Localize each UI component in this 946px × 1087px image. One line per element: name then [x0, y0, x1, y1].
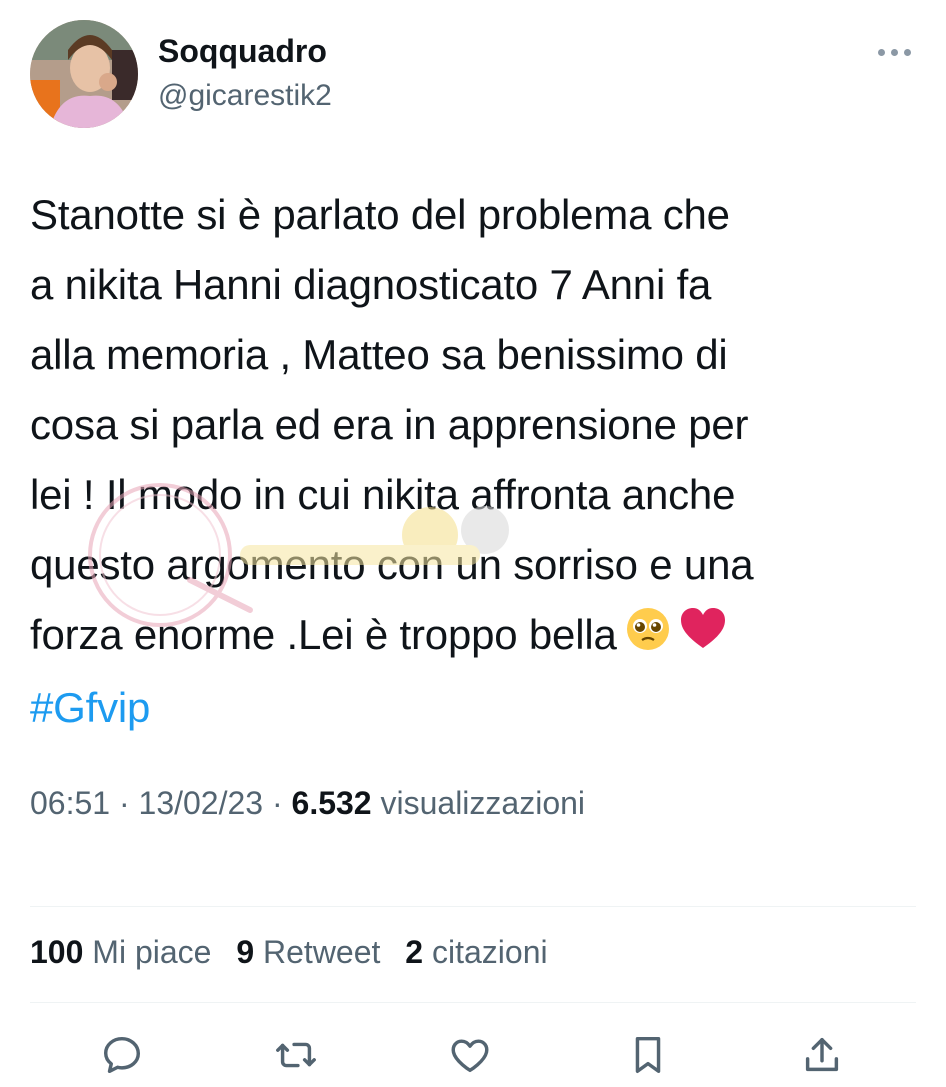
pleading-face-emoji-icon [625, 603, 671, 673]
reply-icon [103, 1036, 141, 1074]
avatar-image [30, 20, 138, 128]
tweet-header: Soqquadro @gicarestik2 [0, 0, 946, 140]
views-label: visualizzazioni [380, 785, 586, 821]
share-icon [805, 1037, 839, 1072]
tweet-line-last: forza enorme .Lei è troppo bella [30, 600, 925, 673]
tweet-time[interactable]: 06:51 [30, 785, 110, 821]
meta-separator: · [263, 785, 292, 821]
tweet-date[interactable]: 13/02/23 [139, 785, 264, 821]
divider [30, 1002, 916, 1003]
bookmark-icon [635, 1036, 661, 1074]
retweet-icon [276, 1042, 316, 1068]
user-handle[interactable]: @gicarestik2 [158, 79, 332, 113]
retweets-label: Retweet [263, 934, 381, 970]
share-button[interactable] [796, 1029, 848, 1081]
divider [30, 906, 916, 907]
display-name[interactable]: Soqquadro [158, 33, 327, 70]
avatar[interactable] [30, 20, 138, 128]
tweet-line: alla memoria , Matteo sa benissimo di [30, 331, 728, 378]
views-count: 6.532 [291, 785, 372, 821]
bookmark-button[interactable] [622, 1029, 674, 1081]
more-horizontal-icon-dot [903, 48, 911, 56]
reply-button[interactable] [96, 1029, 148, 1081]
tweet-line: questo argomento con un sorriso e una [30, 541, 754, 588]
tweet-meta: 06:51 · 13/02/23 · 6.532 visualizzazioni [30, 785, 585, 822]
likes-count: 100 [30, 934, 84, 970]
heart-icon [451, 1039, 489, 1073]
likes-stat[interactable]: 100 Mi piace [30, 934, 211, 970]
hashtag-link[interactable]: #Gfvip [30, 673, 925, 743]
red-heart-emoji-icon [679, 603, 727, 673]
likes-label: Mi piace [92, 934, 212, 970]
quotes-stat[interactable]: 2 citazioni [405, 934, 547, 970]
more-horizontal-icon-dot [890, 48, 898, 56]
tweet-line: forza enorme .Lei è troppo bella [30, 611, 617, 658]
more-options-button[interactable] [870, 38, 918, 66]
tweet-line: cosa si parla ed era in apprensione per [30, 401, 749, 448]
tweet-stats: 100 Mi piace 9 Retweet 2 citazioni [30, 934, 564, 971]
meta-separator: · [110, 785, 139, 821]
like-button[interactable] [444, 1029, 496, 1081]
tweet-actions [0, 1025, 946, 1085]
tweet-line: a nikita Hanni diagnosticato 7 Anni fa [30, 261, 712, 308]
tweet-line: lei ! Il modo in cui nikita affronta anc… [30, 471, 736, 518]
retweets-stat[interactable]: 9 Retweet [236, 934, 380, 970]
more-horizontal-icon [877, 48, 885, 56]
retweets-count: 9 [236, 934, 255, 970]
tweet-line: Stanotte si è parlato del problema che [30, 191, 730, 238]
retweet-button[interactable] [270, 1029, 322, 1081]
quotes-count: 2 [405, 934, 424, 970]
tweet-text: Stanotte si è parlato del problema che a… [30, 180, 925, 743]
quotes-label: citazioni [431, 934, 548, 970]
